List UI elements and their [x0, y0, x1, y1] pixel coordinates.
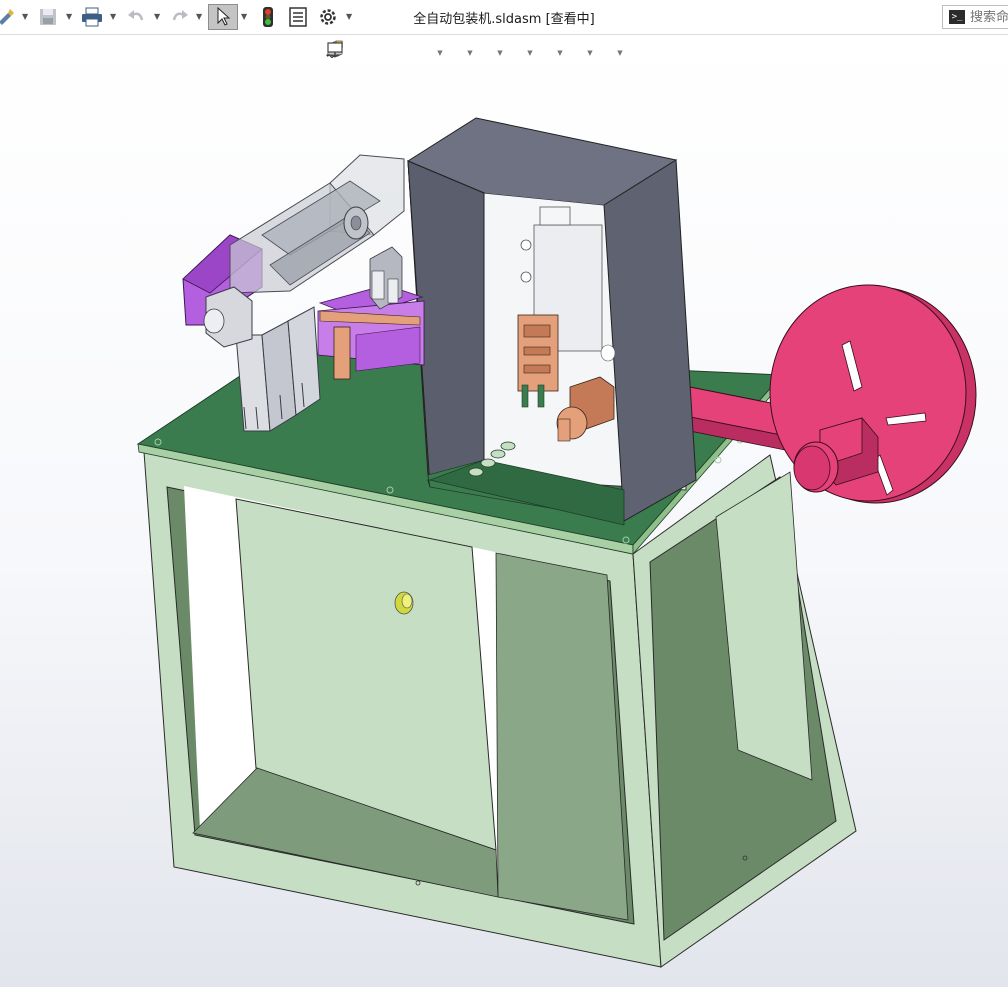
view-orientation-button[interactable] [328, 41, 466, 64]
command-prompt-icon: >_ [949, 10, 965, 24]
chevron-down-icon[interactable]: ▼ [496, 49, 504, 57]
chevron-down-icon[interactable]: ▼ [586, 49, 594, 57]
redo-button[interactable] [168, 4, 192, 30]
traffic-light-icon [263, 7, 273, 27]
title-bar: ▼ ▼ ▼ ▼ ▼ ▼ ▼ 全自动包装机.sldasm [查看中] >_ 搜索命 [0, 0, 1008, 35]
save-button[interactable] [36, 4, 60, 30]
edit-appearance-button[interactable] [327, 42, 556, 64]
search-commands-box[interactable]: >_ [942, 5, 1008, 29]
machine-frame[interactable] [143, 451, 857, 968]
options-button[interactable] [316, 4, 340, 30]
chevron-down-icon[interactable]: ▼ [526, 49, 534, 57]
view-settings-button[interactable] [327, 42, 616, 64]
zoom-to-area-button[interactable] [326, 41, 370, 64]
view-settings-icon [327, 42, 343, 57]
door-knob[interactable] [394, 591, 414, 615]
previous-view-button[interactable] [327, 41, 392, 64]
chevron-down-icon[interactable]: ▼ [241, 12, 247, 21]
chevron-down-icon[interactable]: ▼ [22, 12, 28, 21]
select-button[interactable] [208, 4, 238, 30]
section-view-button[interactable] [327, 41, 414, 64]
rebuild-status-button[interactable] [258, 4, 278, 30]
chevron-down-icon[interactable]: ▼ [196, 12, 202, 21]
rebuild-icon [0, 9, 14, 25]
chevron-down-icon[interactable]: ▼ [556, 49, 564, 57]
display-style-button[interactable] [329, 42, 496, 64]
chevron-down-icon[interactable]: ▼ [436, 49, 444, 57]
select-icon [217, 7, 231, 26]
chevron-down-icon[interactable]: ▼ [466, 49, 474, 57]
assembly-model[interactable] [0, 35, 1008, 987]
undo-button[interactable] [124, 4, 148, 30]
graphics-viewport[interactable]: ▼ ▼ ▼ ▼ ▼ ▼ ▼ [0, 35, 1008, 987]
dynamic-annotation-button[interactable] [327, 40, 436, 64]
undo-icon [128, 10, 144, 21]
hide-show-items-button[interactable] [327, 42, 526, 64]
chevron-down-icon[interactable]: ▼ [66, 12, 72, 21]
options-gear-icon [320, 9, 336, 25]
chevron-down-icon[interactable]: ▼ [110, 12, 116, 21]
chevron-down-icon[interactable]: ▼ [346, 12, 352, 21]
search-commands-input[interactable] [970, 9, 1008, 25]
print-icon [82, 7, 102, 27]
save-icon [40, 9, 56, 25]
chevron-down-icon[interactable]: ▼ [616, 49, 624, 57]
file-properties-icon [289, 7, 307, 27]
apply-scene-button[interactable] [327, 42, 586, 64]
rebuild-button[interactable] [0, 4, 18, 30]
chevron-down-icon[interactable]: ▼ [154, 12, 160, 21]
document-title: 全自动包装机.sldasm [查看中] [413, 12, 595, 27]
print-button[interactable] [80, 4, 104, 30]
file-properties-button[interactable] [286, 4, 310, 30]
control-cabinet[interactable] [406, 117, 697, 526]
heads-up-view-toolbar: ▼ ▼ ▼ ▼ ▼ ▼ ▼ [326, 40, 624, 66]
redo-icon [172, 10, 188, 21]
